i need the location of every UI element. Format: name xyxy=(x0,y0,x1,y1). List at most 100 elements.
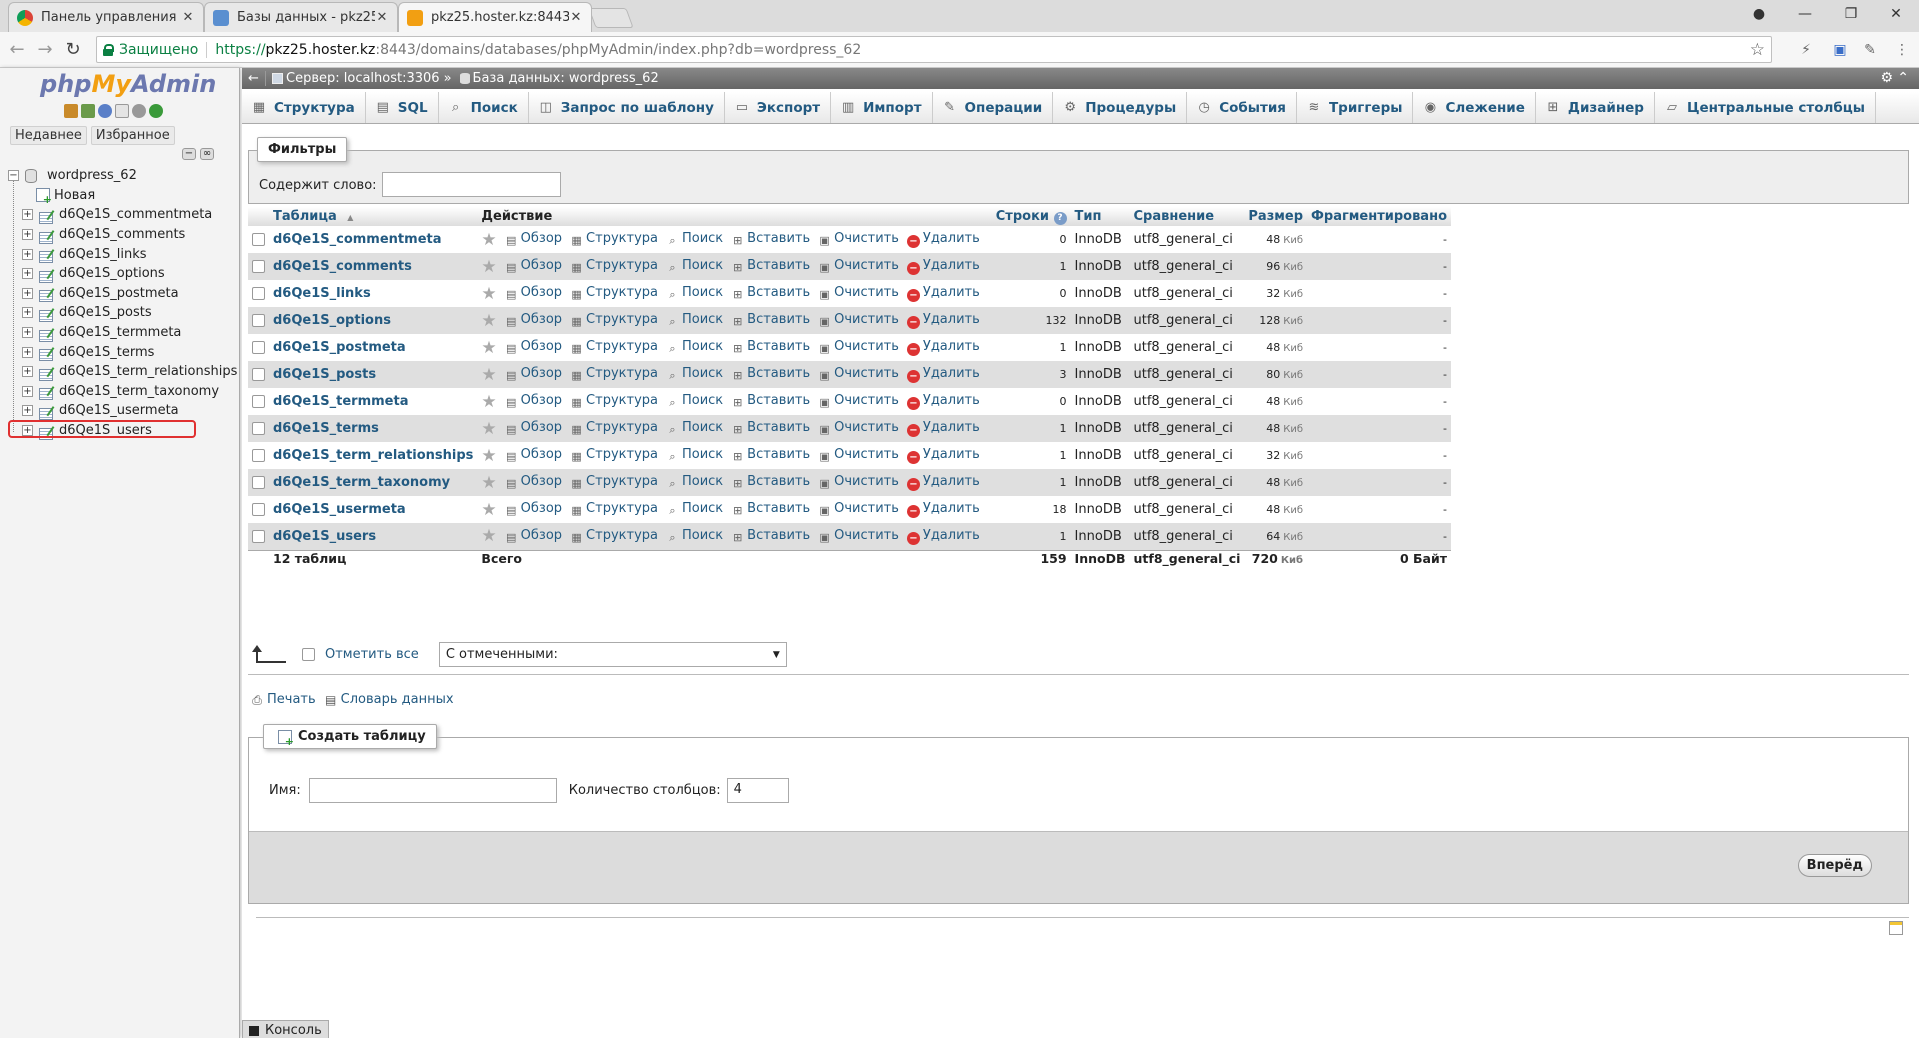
size-cell[interactable]: 128 Киб xyxy=(1244,307,1308,334)
action-browse-link[interactable]: ▤ Обзор xyxy=(505,474,562,490)
action-insert-link[interactable]: ⊞ Вставить xyxy=(731,366,810,382)
close-tab-icon[interactable]: ✕ xyxy=(375,10,389,25)
close-tab-icon[interactable]: ✕ xyxy=(569,10,583,25)
browser-tab-1[interactable]: Панель управления ✕ xyxy=(8,2,204,32)
row-checkbox[interactable] xyxy=(252,368,265,381)
action-search-link[interactable]: ⌕ Поиск xyxy=(666,474,723,490)
go-button[interactable]: Вперёд xyxy=(1797,854,1872,877)
favorite-star-icon[interactable]: ★ xyxy=(481,257,496,277)
tab-events[interactable]: ◷ События xyxy=(1187,92,1297,123)
action-empty-link[interactable]: ▣ Очистить xyxy=(818,528,898,544)
row-checkbox[interactable] xyxy=(252,529,265,543)
breadcrumb-server[interactable]: Сервер: localhost:3306 xyxy=(286,71,440,86)
tree-table-label[interactable]: d6Qe1S_term_relationships xyxy=(59,364,237,379)
favorite-star-icon[interactable]: ★ xyxy=(481,311,496,331)
action-drop-link[interactable]: − Удалить xyxy=(906,420,980,437)
header-table[interactable]: Таблица ▲ xyxy=(269,207,478,226)
action-browse-link[interactable]: ▤ Обзор xyxy=(505,528,562,544)
action-browse-link[interactable]: ▤ Обзор xyxy=(505,420,562,436)
docs-icon[interactable] xyxy=(115,104,129,118)
action-empty-link[interactable]: ▣ Очистить xyxy=(818,258,898,274)
expand-toggle-icon[interactable]: + xyxy=(22,209,33,221)
expand-toggle-icon[interactable]: + xyxy=(22,248,33,260)
favorite-star-icon[interactable]: ★ xyxy=(481,365,496,385)
action-drop-link[interactable]: − Удалить xyxy=(906,501,980,518)
tab-routines[interactable]: ⚙ Процедуры xyxy=(1053,92,1188,123)
expand-toggle-icon[interactable]: + xyxy=(22,405,33,417)
row-checkbox[interactable] xyxy=(252,260,265,273)
size-cell[interactable]: 48 Киб xyxy=(1244,469,1308,496)
row-checkbox[interactable] xyxy=(252,476,265,489)
action-search-link[interactable]: ⌕ Поиск xyxy=(666,501,723,517)
tree-new-table[interactable]: Новая xyxy=(8,186,238,206)
cast-extension-icon[interactable]: ▣ xyxy=(1830,40,1850,60)
table-name-link[interactable]: d6Qe1S_links xyxy=(273,286,371,301)
row-checkbox[interactable] xyxy=(252,233,265,246)
tab-wrench[interactable]: ✎ Операции xyxy=(933,92,1054,123)
recent-tables-button[interactable]: Недавнее xyxy=(10,126,87,145)
browser-tab-2[interactable]: Базы данных - pkz25.hos ✕ xyxy=(204,2,398,32)
tab-search[interactable]: ⌕ Поиск xyxy=(439,92,529,123)
action-drop-link[interactable]: − Удалить xyxy=(906,285,980,302)
favorite-tables-button[interactable]: Избранное xyxy=(90,126,175,145)
action-search-link[interactable]: ⌕ Поиск xyxy=(666,393,723,409)
action-search-link[interactable]: ⌕ Поиск xyxy=(666,366,723,382)
expand-toggle-icon[interactable]: + xyxy=(22,366,33,378)
action-drop-link[interactable]: − Удалить xyxy=(906,312,980,329)
size-cell[interactable]: 32 Киб xyxy=(1244,280,1308,307)
size-cell[interactable]: 80 Киб xyxy=(1244,361,1308,388)
action-structure-link[interactable]: ▦ Структура xyxy=(570,420,658,436)
tab-triggers[interactable]: ≋ Триггеры xyxy=(1297,92,1414,123)
action-structure-link[interactable]: ▦ Структура xyxy=(570,258,658,274)
action-search-link[interactable]: ⌕ Поиск xyxy=(666,258,723,274)
size-cell[interactable]: 96 Киб xyxy=(1244,253,1308,280)
action-empty-link[interactable]: ▣ Очистить xyxy=(818,393,898,409)
size-cell[interactable]: 48 Киб xyxy=(1244,226,1308,253)
bookmark-star-icon[interactable]: ☆ xyxy=(1750,40,1765,60)
row-checkbox[interactable] xyxy=(252,449,265,462)
action-browse-link[interactable]: ▤ Обзор xyxy=(505,366,562,382)
table-name-link[interactable]: d6Qe1S_users xyxy=(273,529,376,544)
tree-table-label[interactable]: d6Qe1S_termmeta xyxy=(59,325,181,340)
table-name-input[interactable] xyxy=(308,778,557,803)
data-dictionary-link[interactable]: ▤ Словарь данных xyxy=(324,692,454,707)
table-name-link[interactable]: d6Qe1S_postmeta xyxy=(273,340,406,355)
expand-toggle-icon[interactable]: + xyxy=(22,385,33,397)
console-toggle[interactable]: Консоль xyxy=(242,1020,329,1038)
help-icon[interactable] xyxy=(98,104,112,118)
favorite-star-icon[interactable]: ★ xyxy=(481,446,496,466)
header-type[interactable]: Тип xyxy=(1070,207,1130,226)
with-selected-dropdown[interactable]: С отмеченными: ▼ xyxy=(438,642,787,667)
tree-table-node[interactable]: + d6Qe1S_terms xyxy=(8,342,238,362)
tree-table-label[interactable]: d6Qe1S_usermeta xyxy=(59,403,179,418)
tree-table-label[interactable]: d6Qe1S_options xyxy=(59,266,165,281)
favorite-star-icon[interactable]: ★ xyxy=(481,526,496,546)
columns-count-input[interactable]: 4 xyxy=(726,778,789,803)
tab-sql[interactable]: ▤ SQL xyxy=(366,92,439,123)
sql-query-icon[interactable] xyxy=(81,104,95,118)
action-browse-link[interactable]: ▤ Обзор xyxy=(505,447,562,463)
tree-db-node[interactable]: − wordpress_62 xyxy=(8,166,238,186)
action-browse-link[interactable]: ▤ Обзор xyxy=(505,501,562,517)
action-drop-link[interactable]: − Удалить xyxy=(906,366,980,383)
favorite-star-icon[interactable]: ★ xyxy=(481,500,496,520)
tree-table-node[interactable]: + d6Qe1S_term_taxonomy xyxy=(8,382,238,402)
action-empty-link[interactable]: ▣ Очистить xyxy=(818,366,898,382)
tab-structure[interactable]: ▦ Структура xyxy=(242,92,366,123)
tree-table-node[interactable]: + d6Qe1S_termmeta xyxy=(8,323,238,343)
tree-table-label[interactable]: d6Qe1S_postmeta xyxy=(59,286,179,301)
action-structure-link[interactable]: ▦ Структура xyxy=(570,528,658,544)
tab-designer[interactable]: ⊞ Дизайнер xyxy=(1536,92,1655,123)
tree-db-label[interactable]: wordpress_62 xyxy=(47,168,137,183)
tree-table-node[interactable]: + d6Qe1S_usermeta xyxy=(8,401,238,421)
row-checkbox[interactable] xyxy=(252,287,265,300)
profile-icon[interactable]: ● xyxy=(1736,0,1782,28)
phpmyadmin-logo[interactable]: phpMyAdmin xyxy=(40,70,216,98)
tools-extension-icon[interactable]: ✎ xyxy=(1860,40,1880,60)
action-drop-link[interactable]: − Удалить xyxy=(906,393,980,410)
table-name-link[interactable]: d6Qe1S_posts xyxy=(273,367,376,382)
size-cell[interactable]: 48 Киб xyxy=(1244,334,1308,361)
link-with-main-icon[interactable]: ∞ xyxy=(200,148,214,160)
action-insert-link[interactable]: ⊞ Вставить xyxy=(731,501,810,517)
expand-toggle-icon[interactable]: + xyxy=(22,229,33,241)
